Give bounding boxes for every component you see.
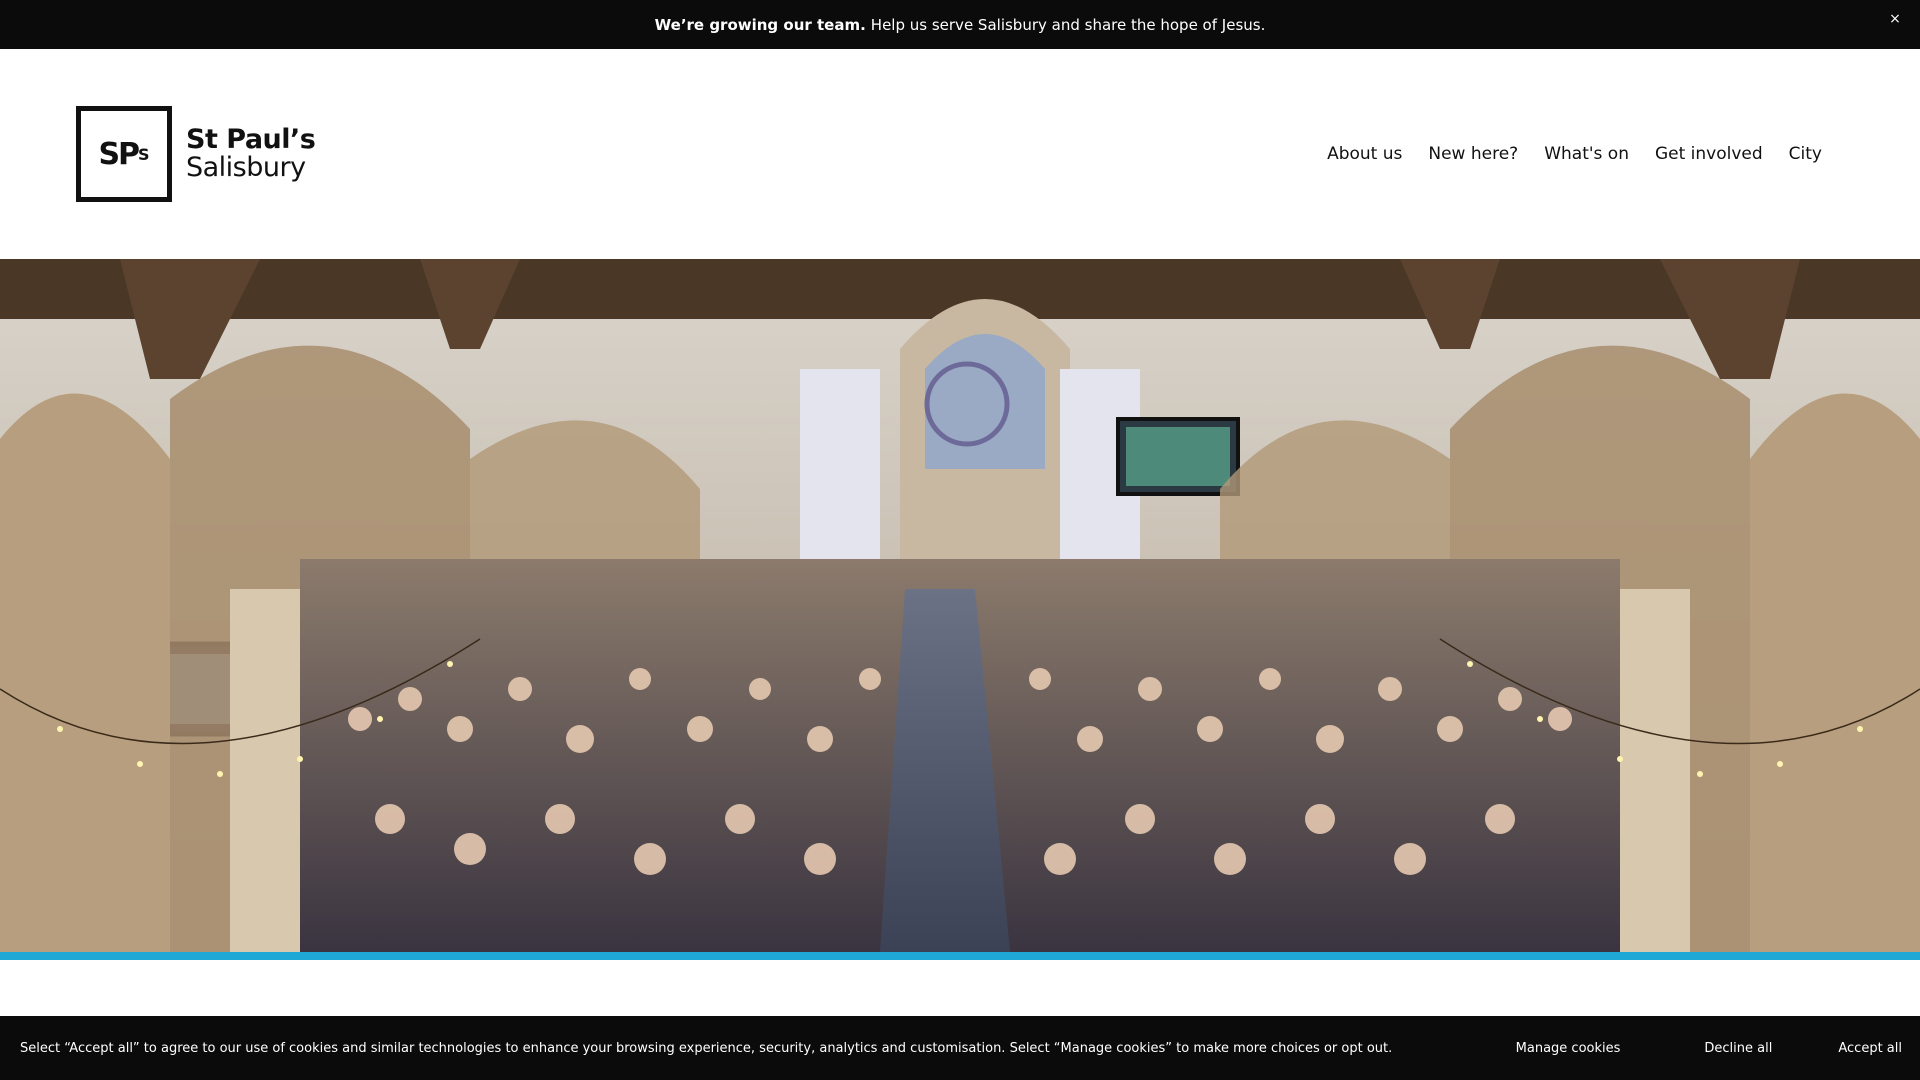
site-header: SP S St Paul’s Salisbury About us New her… [0, 49, 1920, 259]
cookie-actions: Manage cookies Decline all Accept all [1494, 1016, 1920, 1080]
site-logo[interactable]: SP S St Paul’s Salisbury [76, 106, 316, 202]
announcement-text: Help us serve Salisbury and share the ho… [870, 15, 1266, 34]
manage-cookies-button[interactable]: Manage cookies [1494, 1041, 1643, 1056]
church-congregation-photo [0, 259, 1920, 952]
accept-all-button[interactable]: Accept all [1816, 1041, 1920, 1056]
decline-all-button[interactable]: Decline all [1682, 1041, 1794, 1056]
nav-item-whats-on[interactable]: What's on [1531, 144, 1642, 164]
logo-line-2: Salisbury [186, 152, 306, 183]
announcement-headline: We’re growing our team. [654, 15, 866, 34]
nav-item-new-here[interactable]: New here? [1415, 144, 1531, 164]
logo-wordmark: St Paul’s Salisbury [186, 123, 316, 183]
logo-mark-text: SP [98, 136, 140, 172]
hero-accent-bar [0, 952, 1920, 960]
main-nav: About us New here? What's on Get involve… [1314, 144, 1822, 164]
cookie-banner: Select “Accept all” to agree to our use … [0, 1016, 1920, 1080]
cookie-message: Select “Accept all” to agree to our use … [20, 1040, 1393, 1056]
nav-item-about-us[interactable]: About us [1314, 144, 1415, 164]
nav-item-city[interactable]: City [1776, 144, 1822, 164]
announcement-bar: We’re growing our team. Help us serve Sa… [0, 0, 1920, 49]
logo-mark: SP S [76, 106, 172, 202]
logo-mark-sup: S [138, 144, 150, 164]
nav-item-get-involved[interactable]: Get involved [1642, 144, 1776, 164]
logo-line-1: St Paul’s [186, 123, 316, 155]
close-icon[interactable]: × [1886, 10, 1904, 28]
hero-image [0, 259, 1920, 952]
